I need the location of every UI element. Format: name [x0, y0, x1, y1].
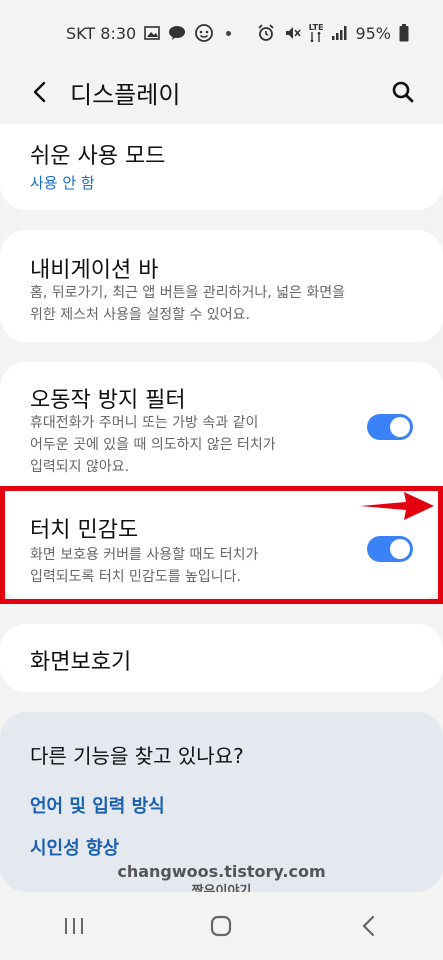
alarm-icon [257, 24, 275, 42]
accidental-touch-toggle[interactable] [367, 414, 413, 440]
setting-title: 화면보호기 [30, 650, 132, 675]
link-visibility-enhancement[interactable]: 시인성 향상 [30, 834, 119, 860]
system-nav-bar [0, 892, 443, 960]
setting-description-line1: 화면 보호용 커버를 사용할 때도 터치가 [30, 547, 259, 563]
face-icon [194, 23, 214, 43]
setting-group-filters: 오동작 방지 필터 휴대전화가 주머니 또는 가방 속과 같이 어두운 곳에 있… [0, 362, 443, 600]
status-bar: SKT 8:30 LTE 95% [0, 0, 443, 66]
setting-title: 쉬운 사용 모드 [30, 144, 166, 169]
setting-description-line2: 입력되도록 터치 민감도를 높입니다. [30, 569, 241, 585]
setting-title: 내비게이션 바 [30, 258, 159, 283]
lte-label: LTE [308, 23, 324, 32]
nav-back-button[interactable] [349, 906, 389, 946]
recent-apps-icon [64, 918, 83, 934]
search-button[interactable] [387, 76, 419, 108]
home-button[interactable] [201, 906, 241, 946]
setting-description-line1: 홈, 뒤로가기, 최근 앱 버튼을 관리하거나, 넓은 화면을 [30, 285, 345, 301]
red-arrow-icon [360, 492, 434, 520]
setting-status: 사용 안 함 [30, 174, 95, 192]
setting-title: 터치 민감도 [30, 518, 139, 543]
page-title: 디스플레이 [70, 81, 181, 109]
suggestions-title: 다른 기능을 찾고 있나요? [30, 744, 244, 768]
link-language-input[interactable]: 언어 및 입력 방식 [30, 792, 165, 818]
toggle-knob [390, 539, 410, 559]
setting-accidental-touch[interactable]: 오동작 방지 필터 휴대전화가 주머니 또는 가방 속과 같이 어두운 곳에 있… [0, 362, 443, 486]
back-button[interactable] [24, 76, 56, 108]
setting-title: 오동작 방지 필터 [30, 388, 186, 413]
home-icon [211, 915, 232, 937]
image-icon [144, 26, 161, 40]
setting-description-line2: 위한 제스처 사용을 설정할 수 있어요. [30, 307, 250, 323]
battery-icon [399, 24, 409, 42]
setting-easy-mode[interactable]: 쉬운 사용 모드 사용 안 함 [0, 124, 443, 210]
notification-dot [226, 30, 232, 36]
signal-icon: LTE [308, 23, 324, 42]
watermark-url: changwoos.tistory.com [117, 862, 326, 881]
setting-description-line3: 입력되지 않아요. [30, 459, 130, 475]
recent-apps-button[interactable] [54, 906, 94, 946]
nav-back-icon [362, 915, 375, 937]
mute-icon [283, 24, 301, 42]
setting-description-line1: 휴대전화가 주머니 또는 가방 속과 같이 [30, 415, 259, 431]
search-icon [392, 81, 414, 103]
setting-description-line2: 어두운 곳에 있을 때 의도하지 않은 터치가 [30, 437, 276, 453]
carrier-time: SKT 8:30 [66, 23, 137, 43]
toggle-knob [390, 417, 410, 437]
setting-screen-saver[interactable]: 화면보호기 [0, 624, 443, 692]
status-right: LTE 95% [257, 24, 409, 43]
battery-percent: 95% [355, 23, 391, 43]
setting-navigation-bar[interactable]: 내비게이션 바 홈, 뒤로가기, 최근 앱 버튼을 관리하거나, 넓은 화면을 … [0, 230, 443, 342]
back-arrow-icon [33, 81, 46, 103]
status-left: SKT 8:30 [66, 23, 232, 43]
touch-sensitivity-toggle[interactable] [367, 536, 413, 562]
talk-icon [168, 25, 186, 41]
app-header: 디스플레이 [0, 66, 443, 116]
signal-bars-icon [331, 25, 347, 41]
